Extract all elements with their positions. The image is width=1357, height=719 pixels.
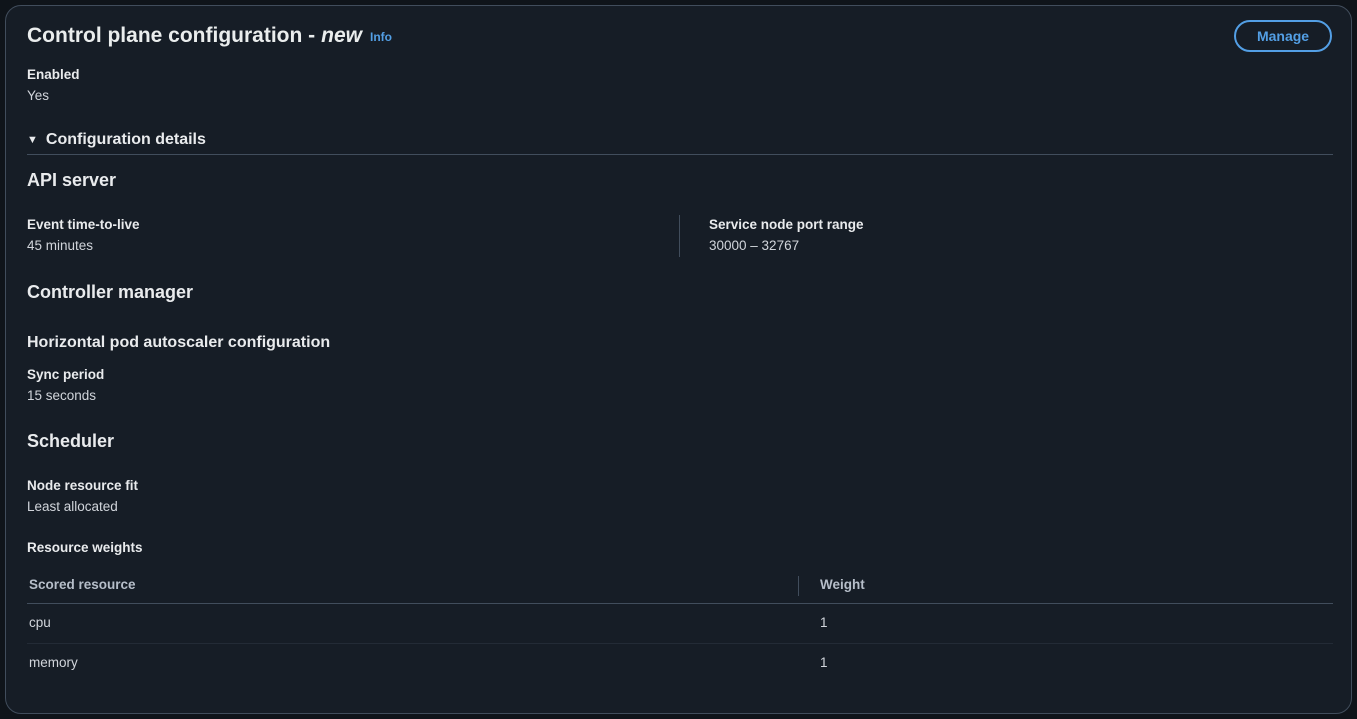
node-resource-fit-value: Least allocated	[27, 499, 118, 514]
configuration-details-expander[interactable]: ▼ Configuration details	[27, 131, 1333, 155]
manage-button[interactable]: Manage	[1234, 20, 1332, 52]
table-cell-resource: cpu	[29, 615, 51, 630]
column-divider	[679, 215, 680, 257]
service-port-range-value: 30000 – 32767	[709, 238, 800, 253]
sync-period-label: Sync period	[27, 367, 105, 382]
control-plane-panel: Control plane configuration - new Info M…	[5, 5, 1352, 714]
column-header-weight: Weight	[820, 577, 865, 592]
scheduler-heading: Scheduler	[27, 431, 115, 451]
node-resource-fit-field: Node resource fit Least allocated	[27, 477, 138, 516]
panel-title-text: Control plane configuration -	[27, 24, 316, 47]
sync-period-value: 15 seconds	[27, 388, 97, 403]
table-cell-resource: memory	[29, 655, 78, 670]
enabled-label: Enabled	[27, 67, 80, 82]
node-resource-fit-label: Node resource fit	[27, 478, 139, 493]
enabled-field: Enabled Yes	[27, 66, 80, 105]
hpa-config-heading: Horizontal pod autoscaler configuration	[27, 334, 331, 351]
table-row: cpu 1	[27, 604, 1333, 644]
panel-title: Control plane configuration - new Info	[27, 24, 392, 48]
event-ttl-value: 45 minutes	[27, 238, 94, 253]
event-ttl-field: Event time-to-live 45 minutes	[27, 216, 140, 255]
sync-period-field: Sync period 15 seconds	[27, 366, 104, 405]
resource-weights-field: Resource weights	[27, 539, 143, 557]
table-row: memory 1	[27, 644, 1333, 684]
table-cell-weight: 1	[820, 655, 828, 670]
table-cell-weight: 1	[820, 615, 828, 630]
info-link[interactable]: Info	[370, 30, 392, 44]
column-header-scored-resource: Scored resource	[29, 577, 136, 592]
controller-manager-heading: Controller manager	[27, 282, 194, 302]
resource-weights-label: Resource weights	[27, 540, 143, 555]
enabled-value: Yes	[27, 88, 50, 103]
configuration-details-label: Configuration details	[45, 131, 206, 148]
panel-title-new: new	[321, 24, 362, 47]
service-port-range-field: Service node port range 30000 – 32767	[709, 216, 864, 255]
caret-down-icon: ▼	[27, 134, 38, 146]
resource-weights-table: Scored resource Weight cpu 1 memory 1	[27, 572, 1333, 684]
service-port-range-label: Service node port range	[709, 217, 864, 232]
event-ttl-label: Event time-to-live	[27, 217, 140, 232]
column-resize-handle[interactable]	[798, 576, 799, 596]
api-server-heading: API server	[27, 170, 117, 190]
table-header: Scored resource Weight	[27, 572, 1333, 604]
